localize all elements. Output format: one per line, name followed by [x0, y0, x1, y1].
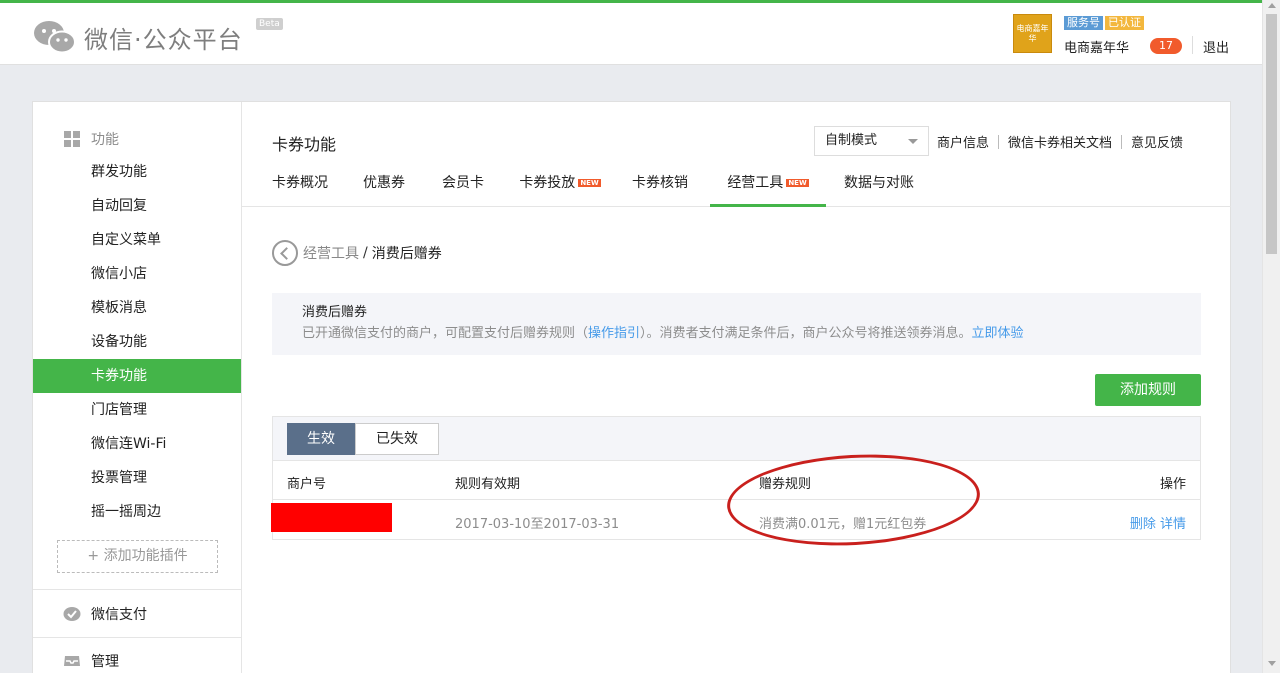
menu-group-manage-label: 管理 — [91, 654, 119, 670]
grid-icon — [64, 131, 80, 147]
sidebar-divider — [33, 589, 241, 590]
verified-badge: 已认证 — [1105, 16, 1144, 30]
menu-group-manage[interactable]: 管理 — [63, 651, 119, 671]
tab-label: 优惠券 — [363, 175, 405, 191]
filter-bar: 生效 已失效 — [273, 417, 1200, 461]
tab-overview[interactable]: 卡券概况 — [272, 164, 328, 207]
caret-down-icon — [908, 139, 918, 144]
sidebar-item-device[interactable]: 设备功能 — [33, 325, 241, 359]
tab-label: 卡券核销 — [632, 175, 688, 191]
tab-label: 经营工具 — [727, 175, 784, 191]
filter-expired-button[interactable]: 已失效 — [355, 423, 439, 455]
beta-badge: Beta — [256, 18, 283, 30]
column-validity: 规则有效期 — [455, 477, 521, 492]
menu-group-function: 功能 — [63, 129, 119, 149]
link-divider — [998, 134, 1000, 149]
add-rule-button[interactable]: 添加规则 — [1095, 374, 1201, 406]
sidebar-item-store-management[interactable]: 门店管理 — [33, 393, 241, 427]
column-merchant-id: 商户号 — [287, 477, 327, 492]
tab-member-card[interactable]: 会员卡 — [432, 164, 494, 207]
sidebar-item-template-message[interactable]: 模板消息 — [33, 291, 241, 325]
menu-group-wechat-pay[interactable]: 微信支付 — [63, 604, 147, 624]
tab-data-reconciliation[interactable]: 数据与对账 — [842, 164, 916, 207]
page-title: 卡券功能 — [272, 135, 337, 154]
cell-validity: 2017-03-10至2017-03-31 — [455, 517, 620, 532]
sidebar-item-wechat-store[interactable]: 微信小店 — [33, 257, 241, 291]
filter-active-button[interactable]: 生效 — [287, 423, 355, 455]
content-container: 功能 群发功能 自动回复 自定义菜单 微信小店 模板消息 设备功能 卡券功能 门… — [32, 101, 1231, 673]
card-docs-link[interactable]: 微信卡券相关文档 — [1008, 132, 1112, 151]
main-panel: 卡券功能 自制模式 商户信息 微信卡券相关文档 意见反馈 卡券概况 优惠券 会员… — [242, 102, 1231, 673]
breadcrumb-separator: / — [363, 245, 368, 261]
logo[interactable]: 微信·公众平台 — [32, 17, 243, 57]
menu-group-wechat-pay-label: 微信支付 — [91, 607, 147, 623]
delete-link[interactable]: 删除 — [1130, 517, 1156, 532]
logo-text: 微信·公众平台 — [84, 25, 243, 54]
tab-redemption[interactable]: 卡券核销 — [628, 164, 692, 207]
scroll-down-arrow-icon[interactable] — [1268, 661, 1276, 666]
breadcrumb-current: 消费后赠券 — [371, 246, 442, 262]
scroll-up-arrow-icon[interactable] — [1268, 3, 1276, 8]
merchant-info-link[interactable]: 商户信息 — [937, 132, 989, 151]
wechat-pay-icon — [63, 607, 81, 621]
try-now-link[interactable]: 立即体验 — [972, 326, 1024, 341]
guide-link[interactable]: 操作指引 — [588, 326, 640, 341]
top-links: 商户信息 微信卡券相关文档 意见反馈 — [937, 132, 1183, 151]
breadcrumb: 经营工具 / 消费后赠券 — [272, 240, 442, 266]
new-badge: NEW — [786, 179, 809, 187]
sidebar-item-card-coupon[interactable]: 卡券功能 — [33, 359, 241, 393]
tab-business-tools[interactable]: 经营工具 NEW — [710, 164, 826, 207]
info-box: 消费后赠券 已开通微信支付的商户，可配置支付后赠券规则（操作指引）。消费者支付满… — [272, 293, 1201, 355]
info-description: 已开通微信支付的商户，可配置支付后赠券规则（操作指引）。消费者支付满足条件后，商… — [302, 323, 1171, 345]
back-arrow-icon[interactable] — [272, 240, 298, 266]
sidebar-item-voting[interactable]: 投票管理 — [33, 461, 241, 495]
sidebar-item-custom-menu[interactable]: 自定义菜单 — [33, 223, 241, 257]
new-badge: NEW — [578, 179, 601, 187]
wechat-logo-icon — [34, 21, 76, 54]
detail-link[interactable]: 详情 — [1160, 517, 1186, 532]
link-divider — [1121, 134, 1123, 149]
header-divider — [1192, 36, 1193, 54]
redacted-merchant-id — [271, 503, 392, 532]
info-title: 消费后赠券 — [302, 305, 368, 320]
avatar[interactable]: 电商嘉年华 — [1013, 14, 1052, 53]
tab-bar: 卡券概况 优惠券 会员卡 卡券投放 NEW 卡券核销 经营工具 NEW 数据与对账 — [242, 164, 1231, 207]
sidebar-item-wifi[interactable]: 微信连Wi-Fi — [33, 427, 241, 461]
mode-select-value: 自制模式 — [825, 133, 878, 148]
tab-distribution[interactable]: 卡券投放 NEW — [514, 164, 606, 207]
page-scrollbar[interactable] — [1262, 0, 1280, 673]
sidebar: 功能 群发功能 自动回复 自定义菜单 微信小店 模板消息 设备功能 卡券功能 门… — [33, 102, 242, 673]
tab-label: 会员卡 — [442, 175, 484, 191]
column-actions: 操作 — [1159, 477, 1186, 492]
sidebar-item-mass-send[interactable]: 群发功能 — [33, 155, 241, 189]
tab-coupons[interactable]: 优惠券 — [354, 164, 414, 207]
inbox-icon — [64, 656, 80, 666]
scroll-thumb[interactable] — [1266, 14, 1277, 254]
tab-label: 数据与对账 — [844, 175, 914, 191]
breadcrumb-parent-link[interactable]: 经营工具 — [303, 243, 359, 263]
avatar-text: 电商嘉年华 — [1016, 23, 1049, 43]
service-account-badge: 服务号 — [1064, 16, 1103, 30]
account-name[interactable]: 电商嘉年华 — [1064, 37, 1129, 56]
header: 微信·公众平台 Beta 电商嘉年华 服务号 已认证 电商嘉年华 17 退出 — [0, 3, 1262, 65]
tab-label: 卡券概况 — [272, 175, 328, 191]
cell-actions: 删除 详情 — [1130, 513, 1186, 532]
logout-link[interactable]: 退出 — [1203, 37, 1229, 56]
tab-label: 卡券投放 — [519, 175, 576, 191]
mode-select[interactable]: 自制模式 — [814, 126, 929, 156]
info-text: 已开通微信支付的商户，可配置支付后赠券规则（ — [302, 326, 589, 341]
sidebar-divider — [33, 637, 241, 638]
message-count-badge[interactable]: 17 — [1150, 38, 1182, 54]
info-text: ）。消费者支付满足条件后，商户公众号将推送领券消息。 — [640, 326, 972, 341]
feedback-link[interactable]: 意见反馈 — [1131, 132, 1183, 151]
menu-group-function-label: 功能 — [91, 132, 119, 148]
sidebar-item-auto-reply[interactable]: 自动回复 — [33, 189, 241, 223]
sidebar-item-shake[interactable]: 摇一摇周边 — [33, 495, 241, 529]
add-plugin-button[interactable]: + 添加功能插件 — [57, 540, 218, 573]
